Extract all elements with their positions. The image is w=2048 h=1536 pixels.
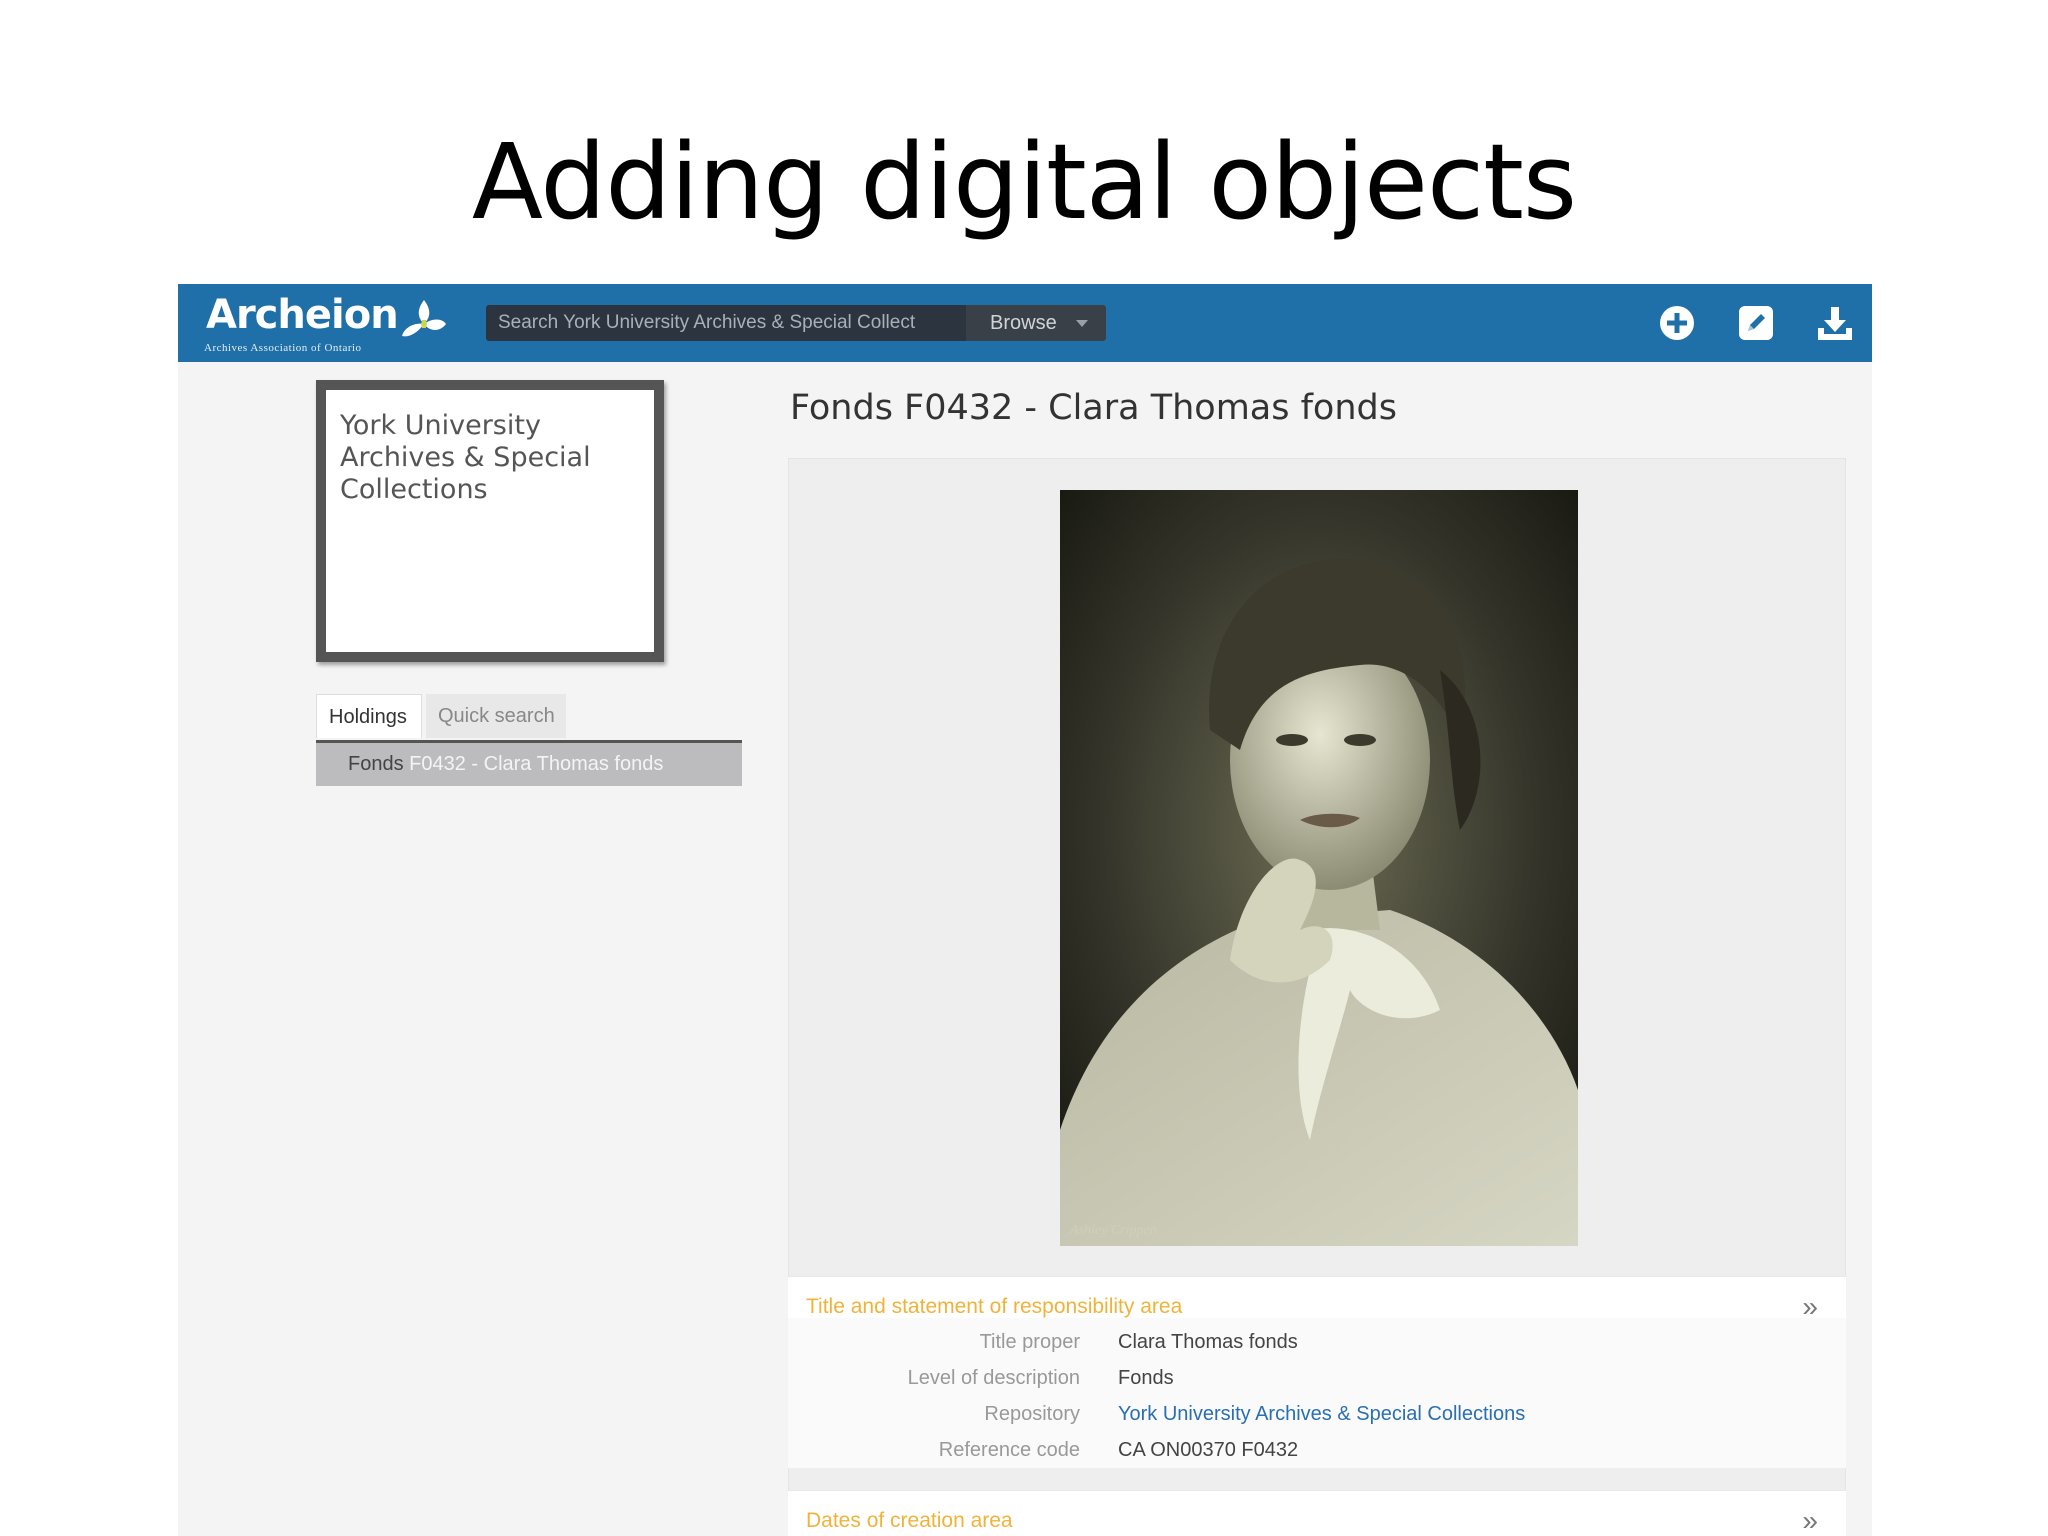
archeion-screenshot: Archeion Archives Association of Ontario… (178, 284, 1872, 1536)
section-dates-of-creation[interactable]: Dates of creation area » (788, 1490, 1846, 1536)
field-label: Title proper (979, 1331, 1080, 1353)
tab-quick-search[interactable]: Quick search (426, 694, 566, 738)
record-title: Fonds F0432 - Clara Thomas fonds (790, 388, 1397, 428)
browse-button[interactable]: Browse (966, 305, 1106, 341)
repository-logo-text: York University Archives & Special Colle… (340, 410, 591, 505)
field-label: Reference code (938, 1439, 1080, 1461)
add-circle-icon[interactable] (1656, 302, 1698, 344)
chevron-right-icon: » (1802, 1505, 1818, 1536)
trillium-logo-icon (402, 300, 446, 337)
field-list: Title proper Clara Thomas fonds Level of… (788, 1318, 1846, 1468)
edit-icon[interactable] (1735, 302, 1777, 344)
repository-link[interactable]: York University Archives & Special Colle… (1118, 1396, 1525, 1432)
download-icon[interactable] (1814, 302, 1856, 344)
field-value: Clara Thomas fonds (1118, 1331, 1298, 1353)
field-label: Repository (984, 1403, 1080, 1425)
photo-signature: Ashley Crippen (1069, 1223, 1157, 1238)
logo-text: Archeion (206, 292, 399, 338)
section-label: Dates of creation area (806, 1509, 1013, 1532)
repository-logo[interactable]: York University Archives & Special Colle… (316, 380, 664, 662)
field-value: Fonds (1118, 1367, 1174, 1389)
field-row-reference-code: Reference code CA ON00370 F0432 (788, 1432, 1846, 1468)
field-row-level: Level of description Fonds (788, 1360, 1846, 1396)
caret-down-icon (1076, 320, 1088, 327)
treeview-item-level: Fonds (348, 753, 404, 775)
digital-object-image[interactable]: Ashley Crippen (1060, 490, 1578, 1246)
treeview-item-title: F0432 - Clara Thomas fonds (409, 753, 664, 775)
logo-subtitle: Archives Association of Ontario (204, 342, 362, 354)
field-row-title-proper: Title proper Clara Thomas fonds (788, 1324, 1846, 1360)
top-navigation-bar: Archeion Archives Association of Ontario… (178, 284, 1872, 362)
browse-label: Browse (990, 312, 1057, 334)
treeview-item[interactable]: Fonds F0432 - Clara Thomas fonds (316, 740, 742, 786)
field-value: CA ON00370 F0432 (1118, 1439, 1299, 1461)
field-label: Level of description (907, 1367, 1080, 1389)
slide-title: Adding digital objects (471, 121, 1577, 243)
field-row-repository: Repository York University Archives & Sp… (788, 1396, 1846, 1432)
portrait-photo: Ashley Crippen (1060, 490, 1578, 1246)
search-input[interactable]: Search York University Archives & Specia… (486, 305, 966, 341)
tab-holdings[interactable]: Holdings (316, 694, 422, 738)
